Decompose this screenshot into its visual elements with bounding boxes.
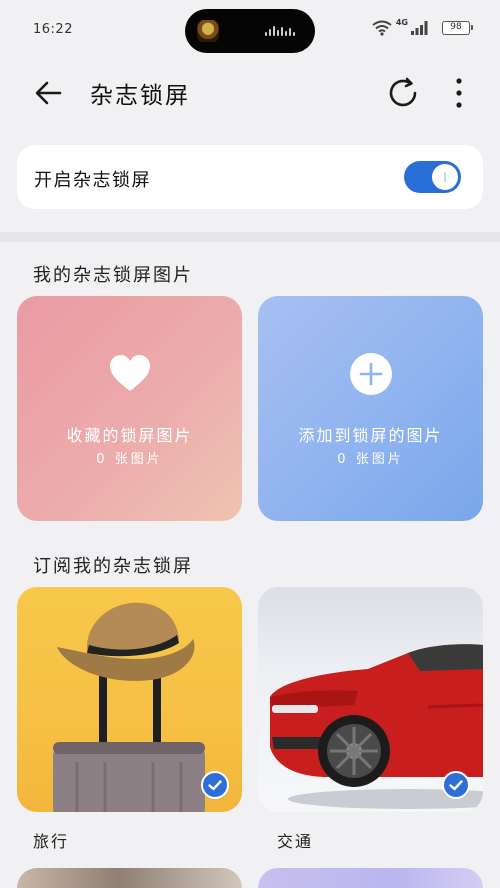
status-bar: 16:22 4G 98	[0, 0, 500, 62]
travel-category-tile[interactable]	[17, 587, 242, 812]
status-time: 16:22	[33, 22, 73, 37]
next-category-tile[interactable]	[17, 868, 242, 888]
page-title: 杂志锁屏	[90, 83, 190, 109]
check-icon[interactable]	[442, 771, 470, 799]
dynamic-island[interactable]	[185, 9, 315, 53]
refresh-icon[interactable]	[384, 74, 422, 112]
app-header: 杂志锁屏	[0, 62, 500, 122]
enable-magazine-lockscreen-row[interactable]: 开启杂志锁屏	[17, 145, 483, 209]
battery-icon: 98	[442, 21, 473, 35]
my-images-section-title: 我的杂志锁屏图片	[33, 265, 193, 286]
check-icon[interactable]	[201, 771, 229, 799]
added-images-tile-count: 0 张图片	[337, 452, 404, 467]
back-arrow-icon[interactable]	[30, 75, 66, 111]
plus-icon	[350, 353, 392, 395]
heart-icon	[110, 355, 150, 391]
traffic-category-label: 交通	[277, 832, 314, 851]
next-category-tile[interactable]	[258, 868, 483, 888]
enable-toggle-switch[interactable]	[404, 161, 461, 193]
toggle-knob	[432, 164, 458, 190]
media-thumbnail	[197, 20, 219, 42]
favorites-tile-count: 0 张图片	[96, 452, 163, 467]
wifi-icon	[372, 20, 392, 36]
audio-wave-icon	[265, 25, 299, 39]
favorites-tile[interactable]: 收藏的锁屏图片 0 张图片	[17, 296, 242, 521]
more-vertical-icon[interactable]	[448, 74, 470, 112]
network-type-label: 4G	[395, 18, 408, 27]
subscribe-section-title: 订阅我的杂志锁屏	[33, 556, 193, 577]
travel-category-label: 旅行	[33, 832, 70, 851]
traffic-category-tile[interactable]	[258, 587, 483, 812]
added-images-tile[interactable]: 添加到锁屏的图片 0 张图片	[258, 296, 483, 521]
added-images-tile-label: 添加到锁屏的图片	[298, 426, 443, 445]
status-icons: 4G 98	[330, 18, 473, 38]
signal-icon	[411, 21, 428, 35]
section-divider	[0, 232, 500, 242]
favorites-tile-label: 收藏的锁屏图片	[66, 426, 193, 445]
toggle-label: 开启杂志锁屏	[34, 170, 151, 191]
